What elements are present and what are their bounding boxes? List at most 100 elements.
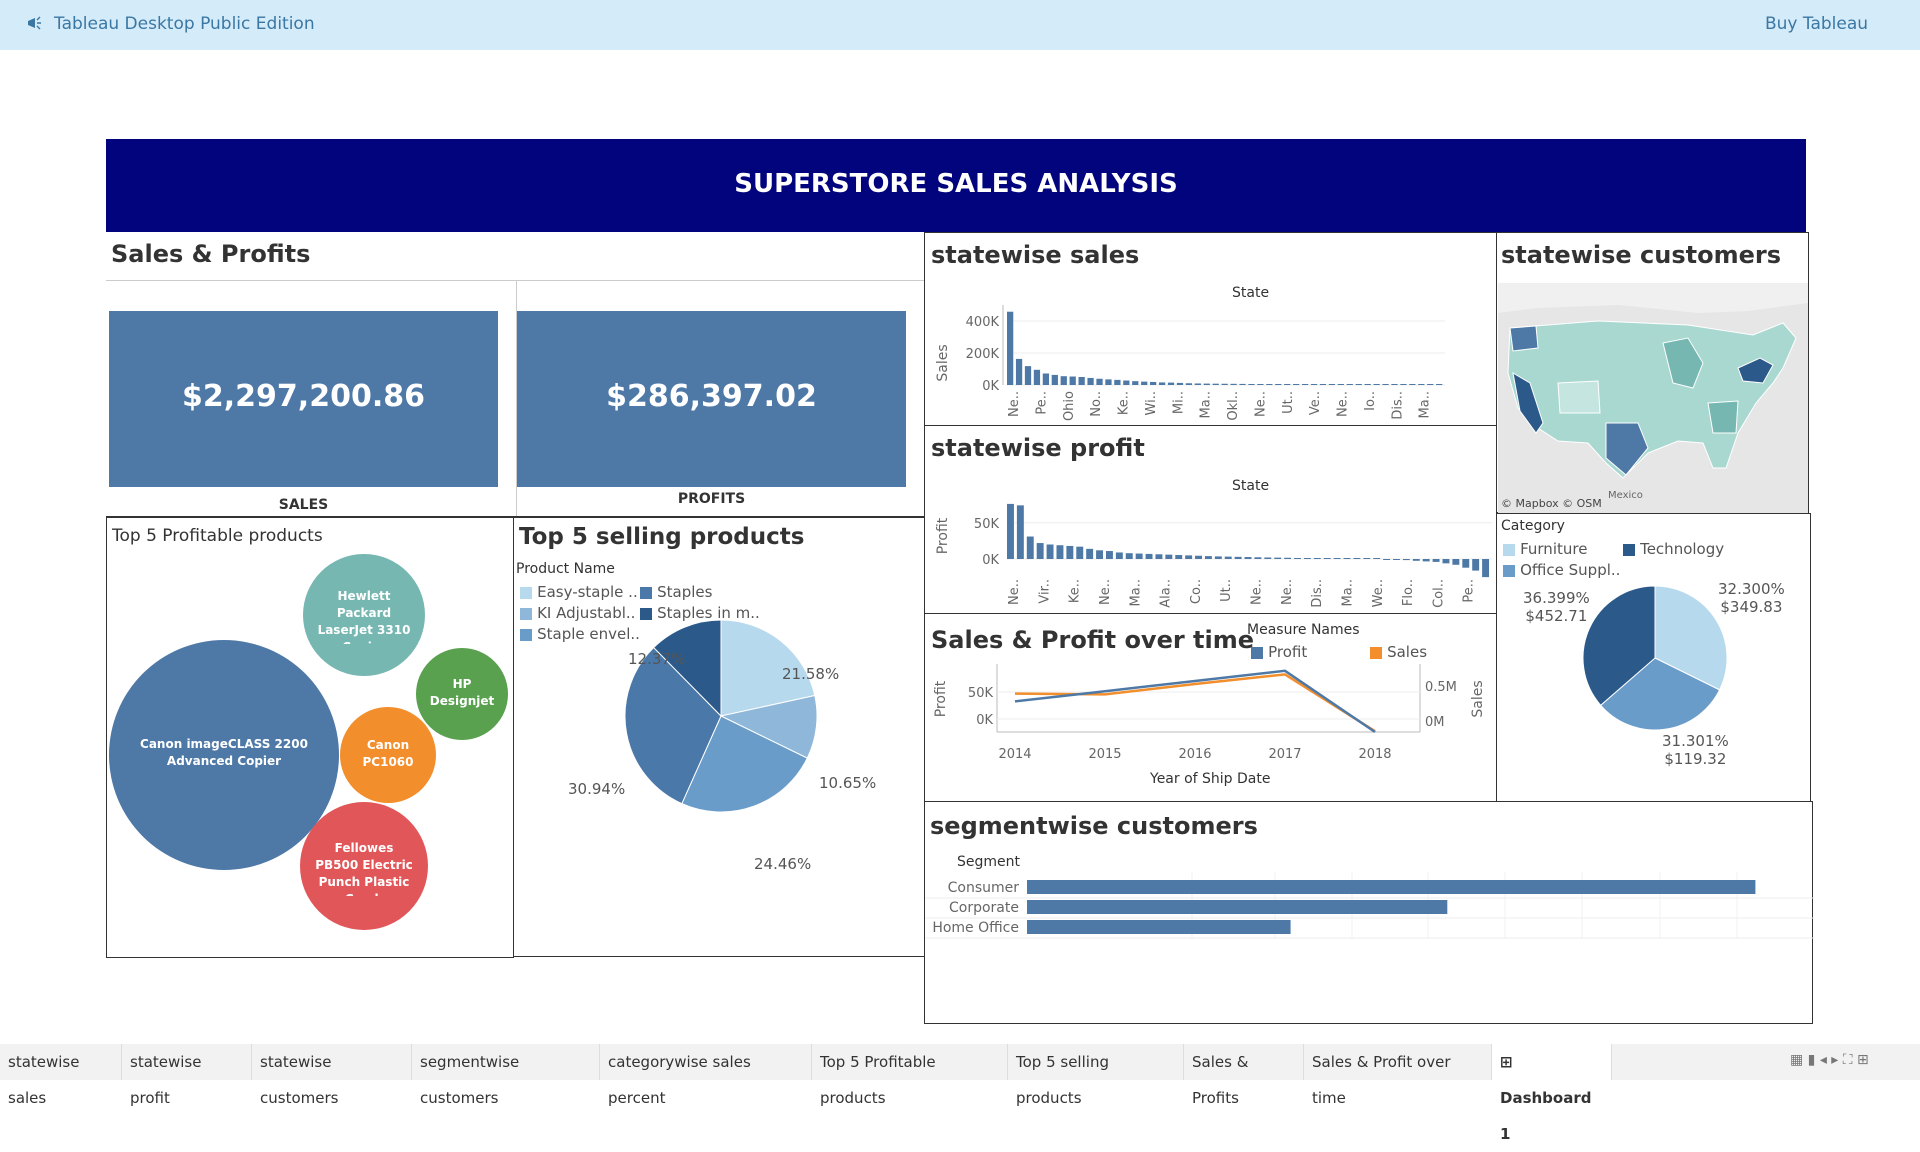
x-tick-label: Dis.. bbox=[1310, 579, 1325, 608]
bubble-hp-laserjet[interactable]: Hewlett Packard LaserJet 3310 Copier bbox=[303, 554, 425, 676]
x-tick-label: 2018 bbox=[1358, 747, 1391, 762]
sales-bar bbox=[1328, 384, 1336, 385]
profit-line bbox=[1014, 669, 1376, 734]
x-tick-label: Ne.. bbox=[1336, 391, 1351, 417]
sales-bar bbox=[1346, 384, 1353, 385]
tab-statewise-customers[interactable]: statewise customers bbox=[252, 1044, 412, 1107]
segment-label: Corporate bbox=[949, 900, 1019, 916]
tab-top5-selling[interactable]: Top 5 selling products bbox=[1008, 1044, 1184, 1107]
dashboard-banner: SUPERSTORE SALES ANALYSIS bbox=[106, 139, 1806, 232]
sales-bar bbox=[1373, 384, 1380, 385]
pie-label: 24.46% bbox=[754, 855, 812, 873]
segmentwise-customers-panel: segmentwise customers Segment Consumer Co… bbox=[924, 801, 1814, 1024]
x-tick-label: 2014 bbox=[998, 747, 1031, 762]
sales-profits-panel: Sales & Profits $2,297,200.86 SALES $286… bbox=[106, 232, 926, 518]
tab-statewise-profit[interactable]: statewise profit bbox=[122, 1044, 252, 1107]
profit-bar bbox=[1185, 555, 1193, 559]
sales-bar bbox=[1391, 384, 1398, 385]
sales-bar bbox=[1132, 381, 1139, 385]
sales-bar bbox=[1275, 384, 1282, 385]
x-tick-label: Okl.. bbox=[1226, 391, 1241, 421]
statewise-customers-panel: statewise customers Mexico © Mapbox © OS… bbox=[1496, 232, 1809, 513]
tab-categorywise-sales-percent[interactable]: categorywise sales percent bbox=[600, 1044, 812, 1107]
bubble-label: Hewlett Packard LaserJet 3310 Copier bbox=[317, 589, 411, 644]
sales-bar bbox=[1364, 384, 1371, 385]
sales-profit-time-panel: Sales & Profit over time Measure Names P… bbox=[924, 613, 1497, 803]
sales-bar bbox=[1176, 382, 1184, 385]
sales-bar bbox=[1042, 373, 1050, 385]
y-right-label: Sales bbox=[1470, 680, 1486, 717]
x-tick-label: Vir.. bbox=[1037, 579, 1052, 604]
sales-bar bbox=[1105, 379, 1112, 385]
app-top-bar: Tableau Desktop Public Edition Buy Table… bbox=[0, 0, 1920, 50]
sales-bar bbox=[1114, 379, 1121, 385]
tab-segmentwise-customers[interactable]: segmentwise customers bbox=[412, 1044, 600, 1107]
y-axis-label: Sales bbox=[935, 344, 951, 381]
tab-statewise-sales[interactable]: statewise sales bbox=[0, 1044, 122, 1107]
profit-bar bbox=[1254, 557, 1262, 559]
y-tick-label: 200K bbox=[966, 347, 1000, 362]
profit-bar bbox=[1224, 556, 1232, 559]
sales-bar bbox=[1194, 383, 1201, 385]
profit-bar bbox=[1462, 559, 1470, 568]
bubble-chart: Canon imageCLASS 2200 Advanced Copier He… bbox=[109, 554, 508, 930]
tab-top5-profitable[interactable]: Top 5 Profitable products bbox=[812, 1044, 1008, 1107]
profit-bar bbox=[1135, 553, 1143, 559]
y-tick-label: 0K bbox=[982, 379, 999, 394]
profit-bar bbox=[1155, 554, 1163, 559]
segment-bar bbox=[1027, 900, 1448, 914]
x-tick-label: Mi.. bbox=[1171, 391, 1186, 414]
profit-bar bbox=[1076, 546, 1084, 559]
buy-tableau-link[interactable]: Buy Tableau bbox=[1765, 14, 1868, 34]
y-right-tick: 0M bbox=[1425, 715, 1445, 730]
bubble-hp-designjet[interactable]: HP Designjet bbox=[416, 648, 508, 740]
sales-bar bbox=[1310, 384, 1318, 385]
sales-line bbox=[1014, 673, 1376, 733]
sales-profits-title: Sales & Profits bbox=[111, 240, 311, 268]
tab-label: Dashboard 1 bbox=[1500, 1089, 1592, 1143]
x-tick-label: Co.. bbox=[1189, 579, 1204, 604]
sales-kpi-card[interactable]: $2,297,200.86 bbox=[109, 311, 498, 487]
profit-bar bbox=[1145, 553, 1153, 559]
us-map[interactable]: Mexico bbox=[1498, 283, 1808, 513]
statewise-customers-title: statewise customers bbox=[1501, 241, 1781, 269]
pie-label: 30.94% bbox=[568, 780, 626, 798]
pie-label: 12.37% bbox=[628, 650, 686, 668]
x-axis-label: Year of Ship Date bbox=[1150, 771, 1271, 787]
segment-label: Consumer bbox=[948, 880, 1020, 896]
profit-bar bbox=[1274, 557, 1282, 559]
pie-label-technology: 36.399% $452.71 bbox=[1523, 589, 1590, 625]
profit-bar bbox=[1343, 558, 1351, 559]
sales-bar bbox=[1266, 384, 1273, 385]
profit-bar bbox=[1432, 559, 1440, 562]
x-tick-label: 2016 bbox=[1178, 747, 1211, 762]
profit-bar bbox=[1234, 556, 1242, 559]
profit-bar bbox=[1214, 556, 1222, 559]
statewise-profit-chart: 50K 0K Profit Ne.. Vir.. Ke.. Ne.. Ma.. Ala.. Co.… bbox=[935, 503, 1492, 608]
sales-bar bbox=[1123, 380, 1130, 385]
category-pie-panel: Category Furniture Technology Office Sup… bbox=[1496, 513, 1811, 803]
bubble-fellowes-pb500[interactable]: Fellowes PB500 Electric Punch Plastic Co… bbox=[300, 802, 428, 930]
app-title: Tableau Desktop Public Edition bbox=[54, 14, 315, 34]
y-left-label: Profit bbox=[933, 680, 949, 717]
bubble-canon-imageclass[interactable]: Canon imageCLASS 2200 Advanced Copier bbox=[109, 640, 339, 870]
profit-bar bbox=[1363, 558, 1371, 559]
bubble-canon-pc1060[interactable]: Canon PC1060 bbox=[340, 707, 436, 803]
sales-bar bbox=[1158, 382, 1166, 385]
tab-dashboard-1[interactable]: ⊞ Dashboard 1 bbox=[1492, 1044, 1612, 1143]
x-tick-label: Ne.. bbox=[1007, 391, 1022, 417]
segment-bar bbox=[1027, 880, 1756, 894]
pie-label-furniture: 32.300% $349.83 bbox=[1718, 580, 1785, 616]
tab-sales-profits[interactable]: Sales & Profits bbox=[1184, 1044, 1304, 1107]
x-tick-label: Dis.. bbox=[1390, 391, 1405, 420]
profit-bar bbox=[1323, 558, 1331, 559]
tab-sales-profit-time[interactable]: Sales & Profit over time bbox=[1304, 1044, 1492, 1107]
y-axis-label: Profit bbox=[935, 517, 951, 554]
sheet-tabs: statewise sales statewise profit statewi… bbox=[0, 1044, 1920, 1143]
sales-bar bbox=[1257, 384, 1264, 385]
bubble-label: Canon imageCLASS 2200 Advanced Copier bbox=[140, 737, 308, 768]
sheet-nav-controls[interactable]: ▦ ▮ ◂ ▸ ⛶ ⊞ bbox=[1790, 1052, 1869, 1068]
sales-bar bbox=[1150, 381, 1157, 385]
profits-kpi-card[interactable]: $286,397.02 bbox=[517, 311, 906, 487]
sales-bar bbox=[1230, 383, 1237, 385]
